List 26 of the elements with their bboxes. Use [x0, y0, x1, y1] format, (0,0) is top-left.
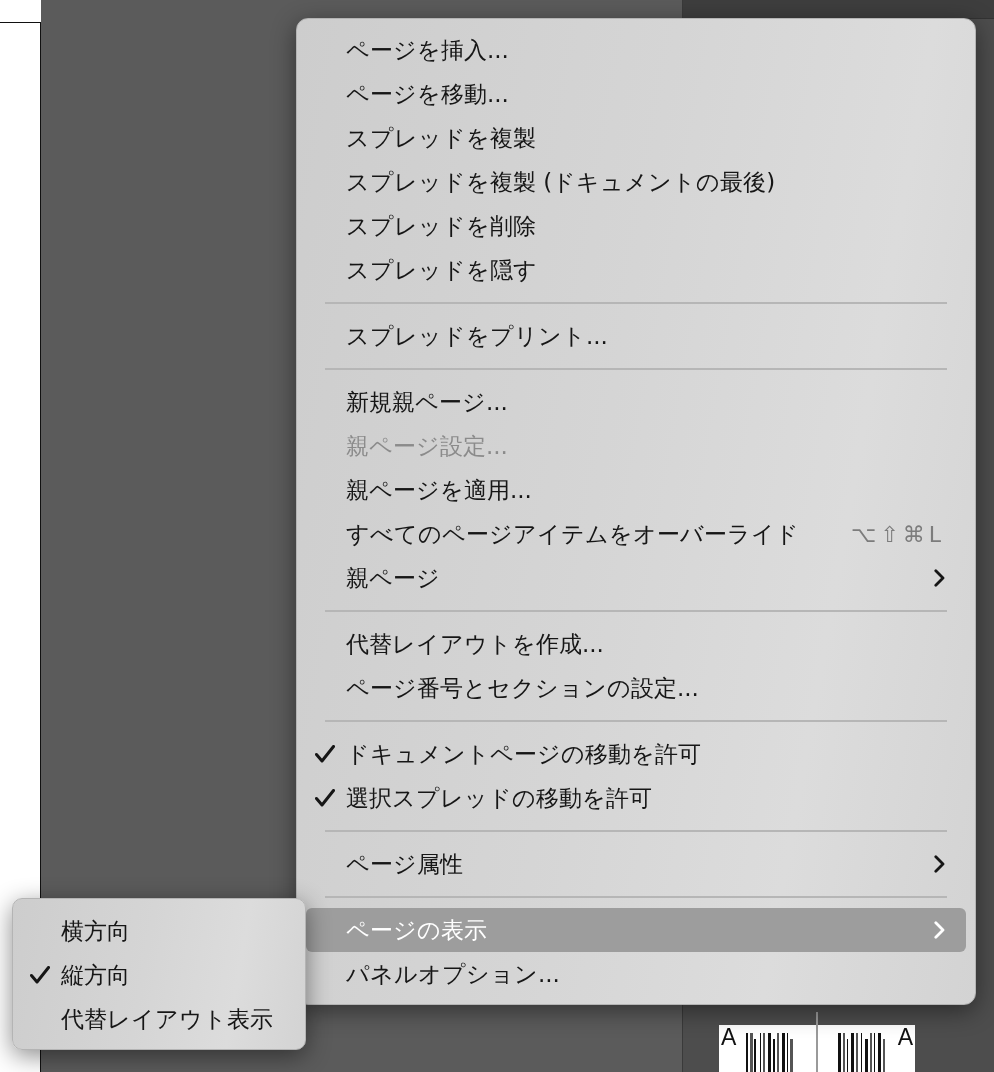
- menu-item[interactable]: 選択スプレッドの移動を許可: [306, 776, 966, 820]
- menu-item[interactable]: 新規親ページ...: [306, 380, 966, 424]
- menu-item[interactable]: スプレッドを複製 (ドキュメントの最後): [306, 160, 966, 204]
- master-label: A: [897, 1027, 913, 1047]
- menu-item[interactable]: ページを移動...: [306, 72, 966, 116]
- menu-item[interactable]: 親ページを適用...: [306, 468, 966, 512]
- menu-item[interactable]: スプレッドを削除: [306, 204, 966, 248]
- menu-item[interactable]: 親ページ: [306, 556, 966, 600]
- page-thumbnail[interactable]: A: [719, 1025, 816, 1072]
- page-thumbnail[interactable]: A: [818, 1025, 915, 1072]
- menu-item[interactable]: ドキュメントページの移動を許可: [306, 732, 966, 776]
- menu-item[interactable]: 代替レイアウト表示: [22, 997, 296, 1041]
- menu-item[interactable]: ページを挿入...: [306, 28, 966, 72]
- menu-item[interactable]: 横方向: [22, 909, 296, 953]
- menu-item[interactable]: スプレッドをプリント...: [306, 314, 966, 358]
- menu-item[interactable]: 代替レイアウトを作成...: [306, 622, 966, 666]
- menu-item[interactable]: 縦方向: [22, 953, 296, 997]
- keyboard-shortcut: ⌥⇧⌘L: [850, 521, 945, 547]
- menu-item[interactable]: スプレッドを複製: [306, 116, 966, 160]
- menu-item[interactable]: スプレッドを隠す: [306, 248, 966, 292]
- master-label: A: [721, 1027, 737, 1047]
- menu-item[interactable]: すべてのページアイテムをオーバーライド ⌥⇧⌘L: [306, 512, 966, 556]
- menu-item[interactable]: ページ番号とセクションの設定...: [306, 666, 966, 710]
- menu-item[interactable]: パネルオプション...: [306, 952, 966, 996]
- barcode-drawing: [837, 1033, 888, 1072]
- menu-item[interactable]: ページ属性: [306, 842, 966, 886]
